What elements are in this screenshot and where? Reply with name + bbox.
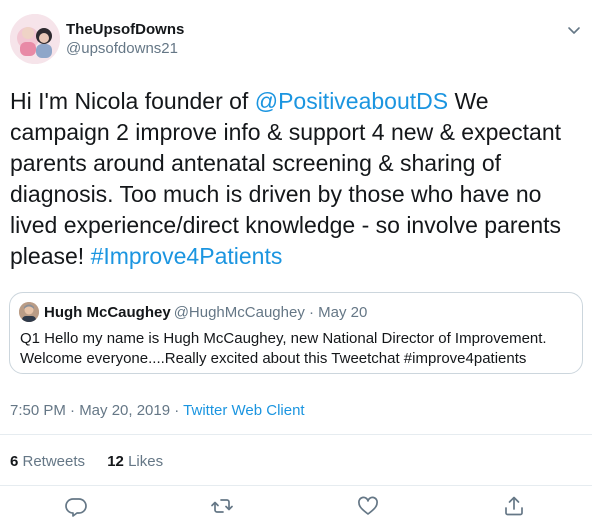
- quoted-avatar: [19, 302, 39, 322]
- mention-link[interactable]: @PositiveaboutDS: [255, 88, 448, 114]
- quoted-handle: @HughMcCaughey · May 20: [173, 303, 368, 321]
- action-bar: [0, 494, 592, 526]
- reply-icon[interactable]: [64, 494, 88, 518]
- user-names: TheUpsofDowns @upsofdowns21: [66, 20, 184, 58]
- chevron-down-icon[interactable]: [566, 22, 582, 38]
- tweet-text-start: Hi I'm Nicola founder of: [10, 88, 255, 114]
- engagement-stats: 6 Retweets 12 Likes: [10, 453, 181, 470]
- retweet-icon[interactable]: [210, 494, 234, 518]
- tweet-text-body: We campaign 2 improve info & support 4 n…: [10, 88, 562, 269]
- timestamp[interactable]: 7:50 PM · May 20, 2019 ·: [10, 402, 183, 419]
- likes-label: Likes: [123, 453, 164, 470]
- heart-icon[interactable]: [356, 494, 380, 518]
- divider: [0, 434, 592, 435]
- tweet-text: Hi I'm Nicola founder of @PositiveaboutD…: [10, 86, 585, 272]
- hashtag-link[interactable]: #Improve4Patients: [91, 243, 283, 269]
- share-icon[interactable]: [502, 494, 526, 518]
- quoted-header: Hugh McCaughey @HughMcCaughey · May 20: [19, 302, 367, 324]
- tweet-meta: 7:50 PM · May 20, 2019 · Twitter Web Cli…: [10, 402, 305, 419]
- user-handle[interactable]: @upsofdowns21: [66, 39, 184, 58]
- avatar[interactable]: [10, 14, 60, 64]
- retweets-label: Retweets: [18, 453, 86, 470]
- divider: [0, 485, 592, 486]
- display-name[interactable]: TheUpsofDowns: [66, 20, 184, 39]
- quoted-tweet[interactable]: Hugh McCaughey @HughMcCaughey · May 20 Q1…: [9, 292, 583, 374]
- quoted-text: Q1 Hello my name is Hugh McCaughey, new …: [20, 330, 547, 367]
- likes-stat[interactable]: 12 Likes: [107, 453, 163, 470]
- retweets-stat[interactable]: 6 Retweets: [10, 453, 85, 470]
- likes-count: 12: [107, 453, 124, 470]
- quoted-name: Hugh McCaughey: [44, 303, 171, 321]
- client-link[interactable]: Twitter Web Client: [183, 402, 304, 419]
- tweet-header: TheUpsofDowns @upsofdowns21: [10, 14, 582, 68]
